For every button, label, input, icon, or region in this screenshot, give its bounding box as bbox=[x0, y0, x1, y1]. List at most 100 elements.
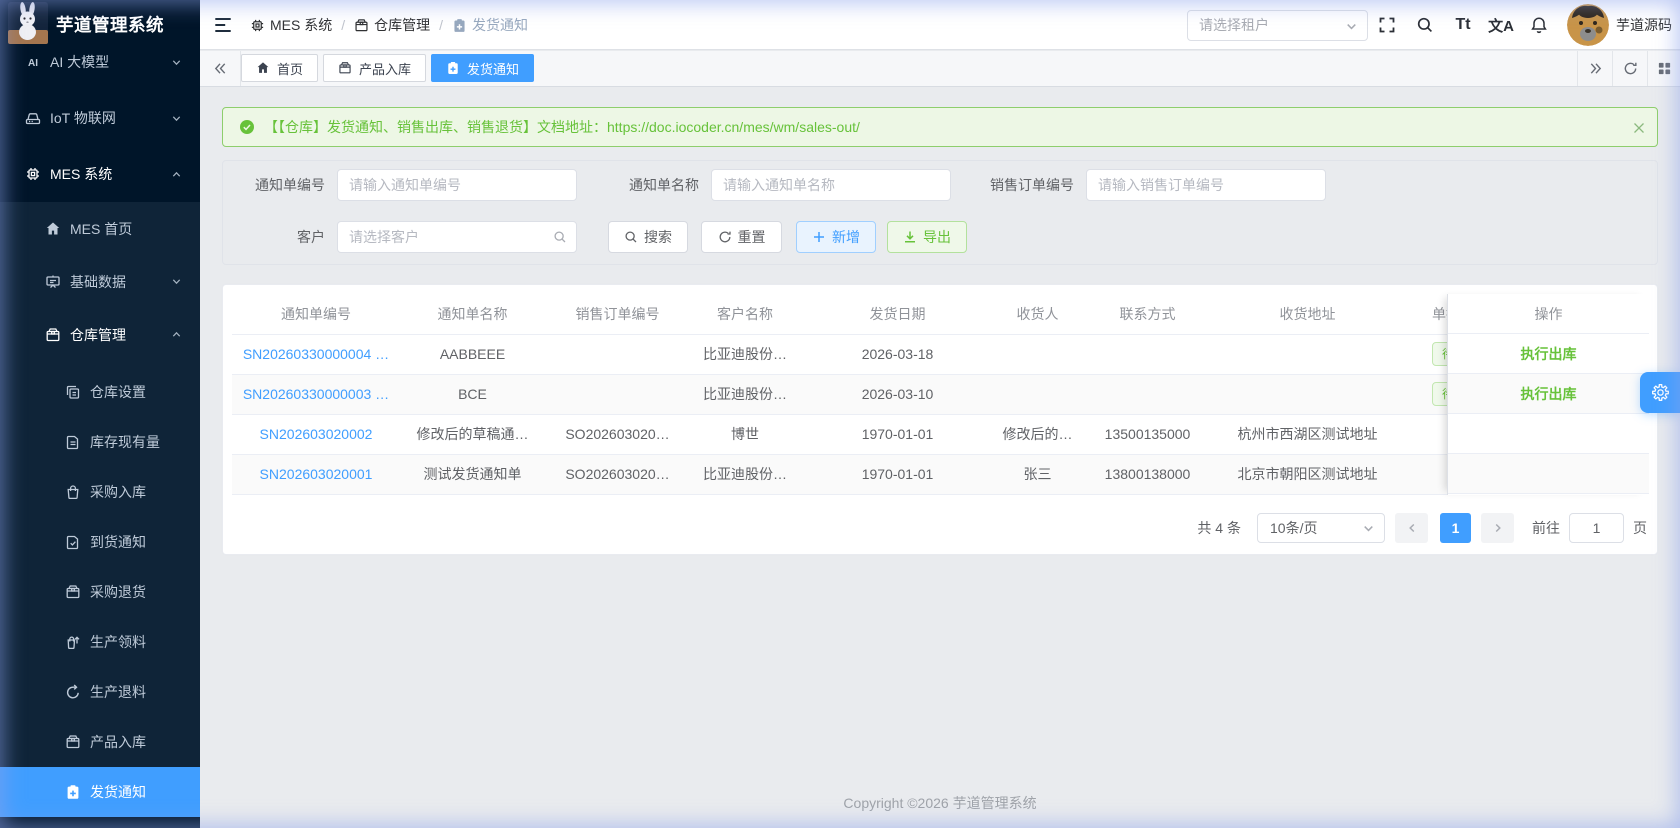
table-cell: 1970-01-01 bbox=[800, 454, 995, 495]
box-icon bbox=[45, 327, 61, 343]
sidebar-item-base-data[interactable]: 基础数据 bbox=[0, 255, 200, 308]
table-row: SN202603020002 修改后的草稿通… SO202603020… 博世 … bbox=[232, 414, 1447, 455]
avatar[interactable] bbox=[1567, 4, 1609, 46]
alert-text: 【【仓库】发货通知、销售出库、销售退货】文档地址：https://doc.ioc… bbox=[264, 119, 860, 135]
search-icon[interactable] bbox=[1406, 0, 1444, 50]
tenant-select[interactable]: 请选择租户 bbox=[1187, 9, 1368, 41]
search-form: 通知单编号 请输入通知单编号 通知单名称 请输入通知单名称 销售订单编号 请输入… bbox=[222, 160, 1658, 265]
tabs-scroll-left-icon[interactable] bbox=[203, 51, 237, 86]
sidebar-item-iot[interactable]: IoT 物联网 bbox=[0, 90, 200, 146]
breadcrumb: MES 系统 / 仓库管理 / 发货通知 bbox=[250, 0, 528, 50]
col-header[interactable]: 收货人 bbox=[995, 294, 1080, 335]
col-header[interactable]: 联系方式 bbox=[1080, 294, 1215, 335]
table-cell: AABBEEE bbox=[400, 334, 545, 375]
settings-gear-button[interactable] bbox=[1640, 372, 1680, 413]
doc-icon bbox=[65, 434, 81, 450]
tab-delivery-notice[interactable]: 发货通知 bbox=[431, 54, 535, 82]
notice-code-link[interactable]: SN20260330000004 … bbox=[243, 346, 389, 362]
add-button[interactable]: 新增 bbox=[796, 221, 876, 253]
tab-product-in[interactable]: 产品入库 bbox=[323, 54, 427, 82]
sidebar-item-purchase-in[interactable]: 采购入库 bbox=[0, 467, 200, 517]
col-header[interactable]: 客户名称 bbox=[690, 294, 800, 335]
goto-page-input[interactable]: 1 bbox=[1569, 513, 1624, 543]
tabs-refresh-icon[interactable] bbox=[1613, 51, 1647, 86]
chevron-up-icon bbox=[171, 169, 182, 180]
execute-outbound-link[interactable]: 执行出库 bbox=[1521, 384, 1577, 404]
table-cell: 待出库 bbox=[1400, 374, 1447, 415]
language-icon[interactable]: 文A bbox=[1482, 0, 1520, 50]
col-header[interactable]: 收货地址 bbox=[1215, 294, 1400, 335]
sidebar-collapse-icon[interactable] bbox=[212, 14, 234, 36]
copy-icon bbox=[65, 384, 81, 400]
table-cell: 北京市朝阳区测试地址 bbox=[1215, 454, 1400, 495]
col-header[interactable]: 通知单编号 bbox=[232, 294, 400, 335]
username[interactable]: 芋道源码 bbox=[1616, 15, 1672, 35]
breadcrumb-label: MES 系统 bbox=[270, 17, 333, 33]
tabs: 首页 产品入库 发货通知 bbox=[241, 54, 535, 82]
col-header[interactable]: 单据状态 bbox=[1400, 294, 1447, 335]
export-button[interactable]: 导出 bbox=[887, 221, 967, 253]
breadcrumb-item-mes[interactable]: MES 系统 bbox=[250, 15, 332, 35]
notice-code-link[interactable]: SN20260330000003 … bbox=[243, 386, 389, 402]
table-cell: 13800138000 bbox=[1080, 454, 1215, 495]
tabs-scroll-right-icon[interactable] bbox=[1578, 51, 1612, 86]
logo-image bbox=[8, 2, 48, 44]
col-header[interactable]: 通知单名称 bbox=[400, 294, 545, 335]
prev-page-button[interactable] bbox=[1395, 513, 1428, 543]
col-header[interactable]: 销售订单编号 bbox=[545, 294, 690, 335]
col-header[interactable]: 发货日期 bbox=[800, 294, 995, 335]
table-cell: 修改后的草稿通… bbox=[400, 414, 545, 455]
next-page-button[interactable] bbox=[1481, 513, 1514, 543]
tabs-menu-icon[interactable] bbox=[1647, 51, 1680, 86]
tab-home[interactable]: 首页 bbox=[241, 54, 319, 82]
table-cell: 2026-03-10 bbox=[800, 374, 995, 415]
tab-label: 发货通知 bbox=[467, 61, 520, 77]
page-size-select[interactable]: 10条/页 bbox=[1257, 513, 1385, 543]
notice-code-link[interactable]: SN202603020002 bbox=[260, 426, 373, 442]
sidebar-item-warehouse[interactable]: 仓库管理 bbox=[0, 308, 200, 361]
fullscreen-icon[interactable] bbox=[1368, 0, 1406, 50]
notice-name-input[interactable]: 请输入通知单名称 bbox=[711, 169, 951, 201]
download-icon bbox=[903, 230, 917, 244]
doc-link[interactable]: https://doc.iocoder.cn/mes/wm/sales-out/ bbox=[607, 119, 860, 135]
breadcrumb-item-warehouse[interactable]: 仓库管理 bbox=[354, 15, 430, 35]
sidebar-item-production-pick[interactable]: 生产领料 bbox=[0, 617, 200, 667]
table-cell: 比亚迪股份… bbox=[690, 334, 800, 375]
customer-select[interactable]: 请选择客户 bbox=[337, 221, 577, 253]
copyright: Copyright ©2026 芋道管理系统 bbox=[843, 795, 1037, 811]
table-cell: SN202603020002 bbox=[232, 414, 400, 455]
reset-button[interactable]: 重置 bbox=[701, 221, 782, 253]
clipboard-icon bbox=[65, 784, 81, 800]
table-fixed-column: 操作 执行出库 执行出库 bbox=[1447, 294, 1649, 495]
notice-code-input[interactable]: 请输入通知单编号 bbox=[337, 169, 577, 201]
sale-order-input[interactable]: 请输入销售订单编号 bbox=[1086, 169, 1326, 201]
sidebar-item-arrival-notice[interactable]: 到货通知 bbox=[0, 517, 200, 567]
table-cell: 2026-03-18 bbox=[800, 334, 995, 375]
sidebar-item-delivery-notice[interactable]: 发货通知 bbox=[0, 767, 200, 817]
box-icon bbox=[65, 584, 81, 600]
sidebar-item-stock[interactable]: 库存现有量 bbox=[0, 417, 200, 467]
page-number-button[interactable]: 1 bbox=[1440, 513, 1471, 543]
field-label: 通知单名称 bbox=[629, 177, 699, 193]
table-cell bbox=[1400, 454, 1447, 495]
search-button[interactable]: 搜索 bbox=[608, 221, 688, 253]
table-cell: 待出库 bbox=[1400, 334, 1447, 375]
bell-icon[interactable] bbox=[1520, 0, 1558, 50]
home-icon bbox=[45, 221, 61, 237]
sidebar-item-production-return[interactable]: 生产退料 bbox=[0, 667, 200, 717]
sidebar-item-purchase-return[interactable]: 采购退货 bbox=[0, 567, 200, 617]
action-cell bbox=[1448, 414, 1649, 454]
sidebar-item-product-in[interactable]: 产品入库 bbox=[0, 717, 200, 767]
execute-outbound-link[interactable]: 执行出库 bbox=[1521, 344, 1577, 364]
sidebar-item-mes-home[interactable]: MES 首页 bbox=[0, 202, 200, 255]
chevron-down-icon bbox=[171, 276, 182, 287]
sidebar-item-mes[interactable]: MES 系统 bbox=[0, 146, 200, 202]
table-cell: SN20260330000004 … bbox=[232, 334, 400, 375]
close-icon[interactable] bbox=[1632, 121, 1646, 135]
table-cell bbox=[545, 334, 690, 375]
sidebar-item-warehouse-setting[interactable]: 仓库设置 bbox=[0, 367, 200, 417]
action-cell bbox=[1448, 454, 1649, 494]
font-size-icon[interactable]: Tt bbox=[1444, 0, 1482, 50]
notice-code-link[interactable]: SN202603020001 bbox=[260, 466, 373, 482]
app-logo[interactable]: 芋道管理系统 bbox=[0, 0, 200, 48]
